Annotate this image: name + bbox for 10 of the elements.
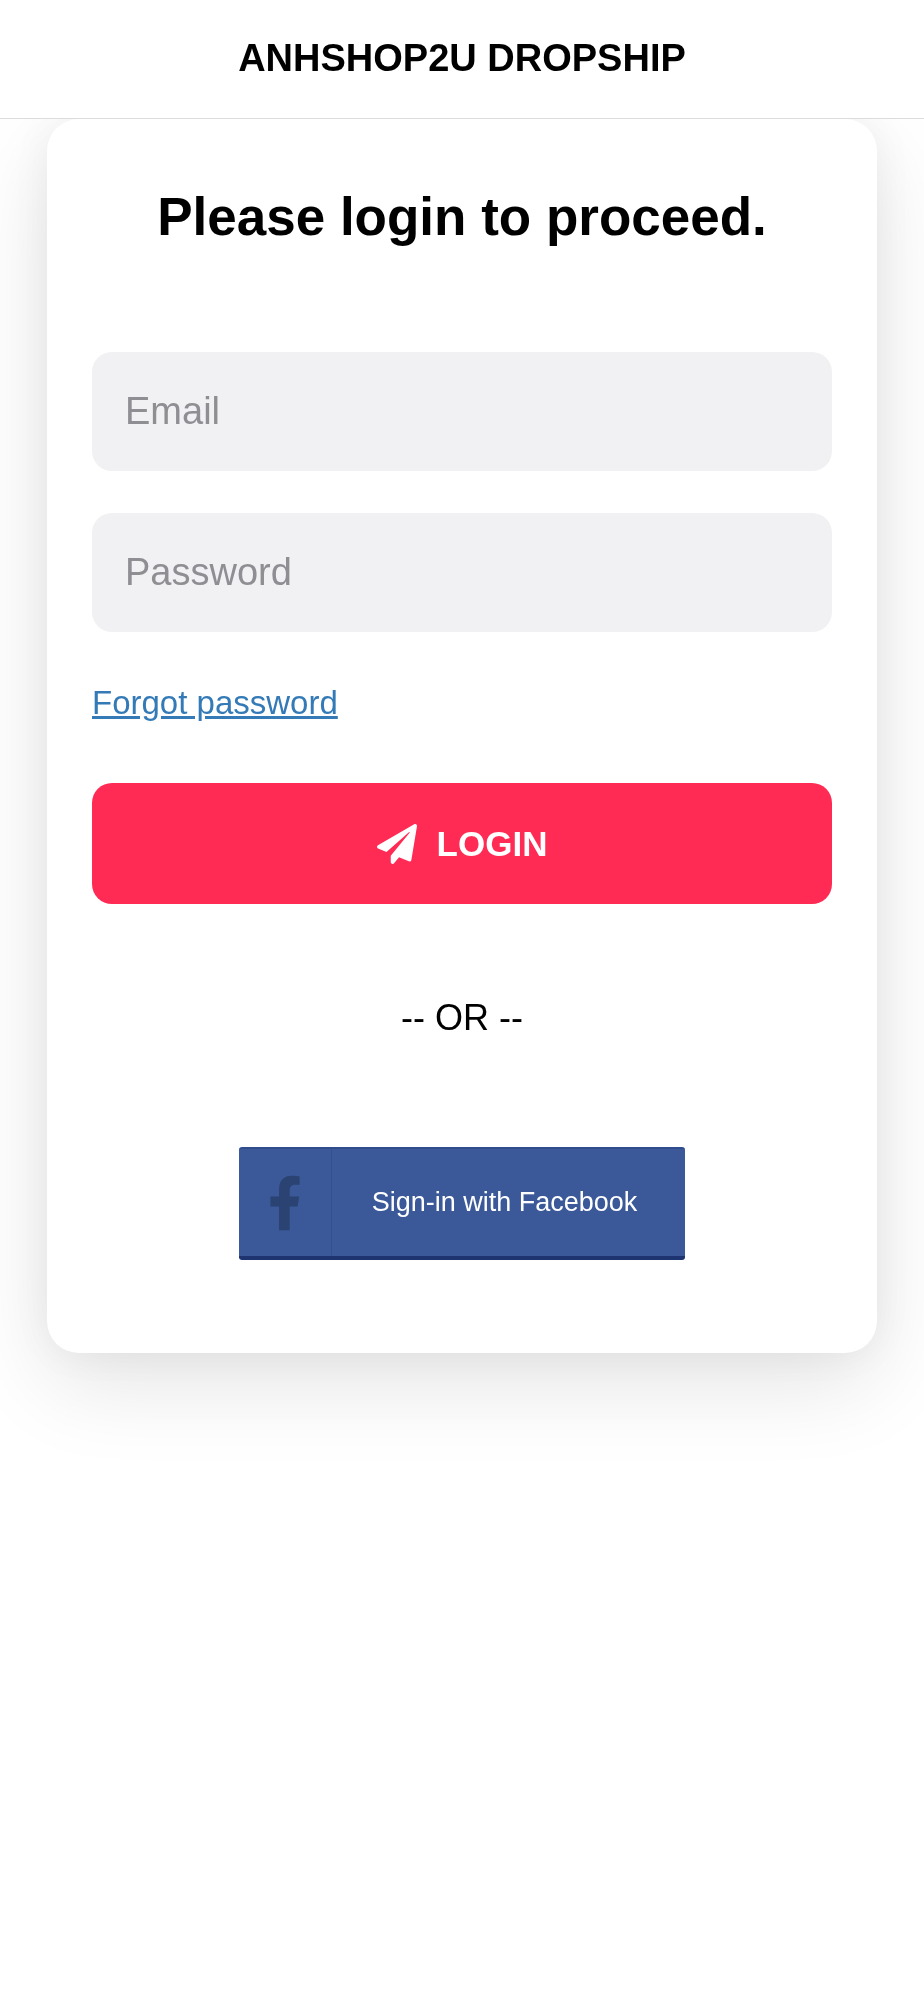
facebook-f-icon xyxy=(268,1174,302,1231)
paper-plane-icon xyxy=(376,823,417,864)
email-field[interactable]: Email xyxy=(92,352,832,471)
or-separator: -- OR -- xyxy=(400,997,524,1039)
site-title: ANHSHOP2U DROPSHIP xyxy=(238,36,686,82)
login-button[interactable]: LOGIN xyxy=(92,783,832,904)
facebook-sign-in-button[interactable]: Sign-in with Facebook xyxy=(239,1147,685,1260)
forgot-password-link[interactable]: Forgot password xyxy=(92,684,338,722)
password-field[interactable]: Password xyxy=(92,513,832,632)
login-heading: Please login to proceed. xyxy=(156,186,768,248)
